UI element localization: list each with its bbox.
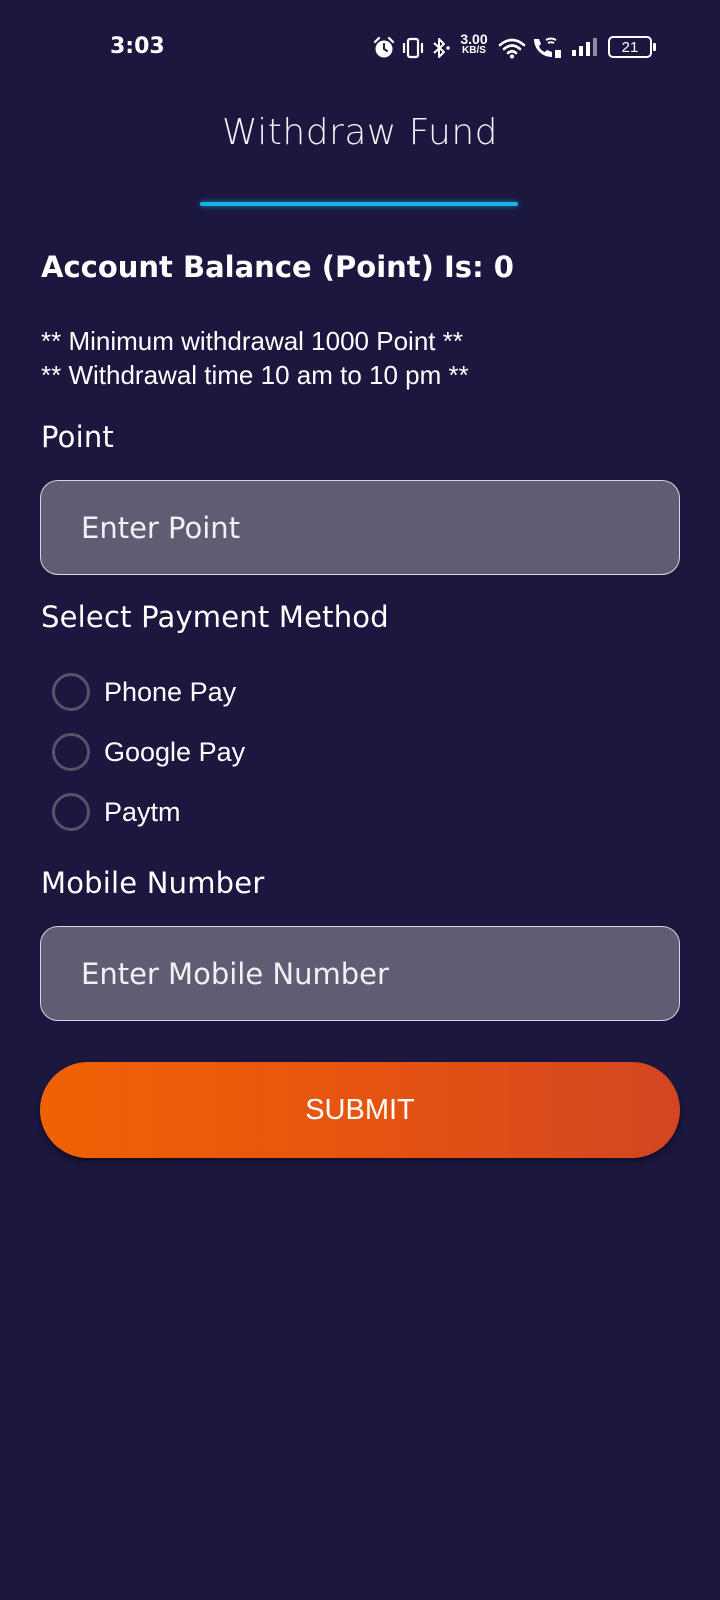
bluetooth-icon: [433, 38, 450, 58]
withdrawal-time-note: ** Withdrawal time 10 am to 10 pm **: [41, 360, 469, 390]
payment-option-google-pay[interactable]: Google Pay: [52, 730, 245, 774]
withdrawal-notes: ** Minimum withdrawal 1000 Point ** ** W…: [41, 324, 469, 392]
radio-button[interactable]: [52, 733, 90, 771]
withdraw-fund-screen: 3:03 3.00 KB/S 21 Withdraw Fund Account …: [0, 0, 720, 1600]
title-underline: [200, 202, 518, 206]
payment-option-label: Paytm: [104, 796, 181, 827]
network-speed: 3.00 KB/S: [456, 31, 492, 57]
battery-tip: [653, 43, 656, 51]
battery-icon: 21: [608, 36, 652, 58]
status-bar: 3:03 3.00 KB/S 21: [0, 0, 720, 96]
payment-option-label: Google Pay: [104, 736, 246, 767]
min-withdrawal-note: ** Minimum withdrawal 1000 Point **: [41, 326, 463, 356]
status-icons: 3.00 KB/S 21: [370, 30, 670, 66]
radio-button[interactable]: [52, 673, 90, 711]
radio-button[interactable]: [52, 793, 90, 831]
mobile-number-input[interactable]: [40, 926, 680, 1021]
battery-level: 21: [621, 38, 639, 56]
alarm-icon: [373, 36, 395, 58]
point-input[interactable]: [40, 480, 680, 575]
wifi-icon: [498, 38, 526, 59]
submit-button[interactable]: SUBMIT: [40, 1062, 680, 1158]
signal-icon: [572, 38, 597, 56]
payment-option-phone-pay[interactable]: Phone Pay: [52, 670, 236, 714]
payment-option-label: Phone Pay: [104, 676, 237, 707]
mobile-number-label: Mobile Number: [41, 866, 265, 900]
payment-method-label: Select Payment Method: [41, 600, 389, 634]
payment-option-paytm[interactable]: Paytm: [52, 790, 181, 834]
point-label: Point: [41, 420, 115, 454]
vibrate-icon: [402, 37, 424, 59]
account-balance: Account Balance (Point) Is: 0: [41, 250, 514, 284]
status-time: 3:03: [110, 34, 165, 59]
wifi-calling-icon: [534, 37, 561, 58]
page-title: Withdraw Fund: [221, 112, 499, 153]
network-speed-value: 3.00: [460, 31, 488, 47]
